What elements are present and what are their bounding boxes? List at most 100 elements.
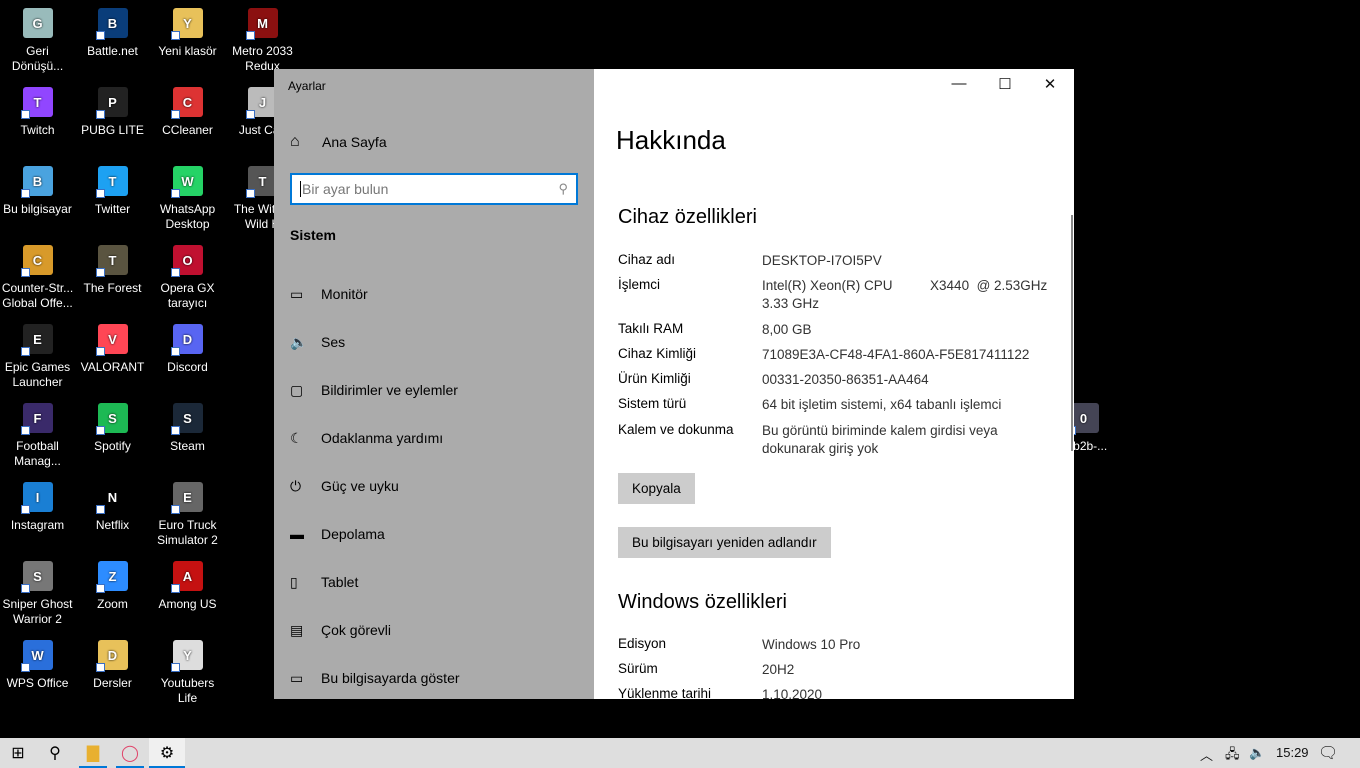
- desktop-icon[interactable]: C Counter-Str... Global Offe...: [0, 245, 75, 311]
- desktop-icon-label: Dersler: [93, 676, 132, 690]
- nav-item[interactable]: ▭ Monitör: [290, 282, 368, 306]
- network-icon[interactable]: 🖧: [1225, 745, 1240, 767]
- desktop-icon[interactable]: Z Zoom: [75, 561, 150, 612]
- nav-item[interactable]: ⏻ Güç ve uyku: [290, 474, 399, 498]
- nav-home[interactable]: ⌂ Ana Sayfa: [290, 133, 387, 151]
- show-hidden-icons-button[interactable]: ︿: [1200, 745, 1213, 764]
- desktop-icon[interactable]: S Sniper Ghost Warrior 2: [0, 561, 75, 627]
- desktop-icon-label: Among US: [158, 597, 217, 611]
- desktop-icon[interactable]: E Epic Games Launcher: [0, 324, 75, 390]
- nav-item[interactable]: ▤ Çok görevli: [290, 618, 391, 642]
- clock[interactable]: 15:29: [1276, 745, 1309, 760]
- desktop-icon[interactable]: O Opera GX tarayıcı: [150, 245, 225, 311]
- nav-item[interactable]: ▭ Bu bilgisayarda göster: [290, 666, 460, 690]
- desktop-icon-label: VALORANT: [80, 360, 145, 374]
- desktop-icon-label: Discord: [167, 360, 208, 374]
- maximize-button[interactable]: ☐: [990, 75, 1020, 93]
- spec-label: Edisyon: [618, 636, 667, 651]
- search-icon: ⚲: [558, 181, 568, 196]
- desktop-icon[interactable]: B Bu bilgisayar: [0, 166, 75, 217]
- spec-value: 8,00 GB: [762, 322, 812, 337]
- volume-icon[interactable]: 🔈: [1249, 745, 1265, 761]
- desktop-icon[interactable]: T The Forest: [75, 245, 150, 296]
- desktop-icon[interactable]: E Euro Truck Simulator 2: [150, 482, 225, 548]
- desktop-icon[interactable]: C CCleaner: [150, 87, 225, 138]
- spec-label: Ürün Kimliği: [618, 371, 691, 386]
- desktop-icon-label: Counter-Str... Global Offe...: [1, 281, 74, 310]
- csgo-icon: C: [20, 245, 53, 277]
- search-button[interactable]: ⚲: [37, 738, 73, 768]
- copy-button[interactable]: Kopyala: [618, 473, 695, 504]
- nav-item-label: Bu bilgisayarda göster: [321, 670, 460, 686]
- desktop-icon-label: WhatsApp Desktop: [159, 202, 216, 231]
- nav-item[interactable]: ☾ Odaklanma yardımı: [290, 426, 443, 450]
- about-page: — ☐ ✕ Hakkında Cihaz özellikleri Cihaz a…: [594, 69, 1074, 699]
- football-manager-icon: F: [20, 403, 53, 435]
- settings-search-input[interactable]: Bir ayar bulun ⚲: [290, 173, 578, 205]
- nav-item[interactable]: ▢ Bildirimler ve eylemler: [290, 378, 458, 402]
- discord-icon: D: [170, 324, 203, 356]
- project-icon: ▭: [290, 669, 304, 686]
- desktop-icon[interactable]: T Twitch: [0, 87, 75, 138]
- spec-label: Kalem ve dokunma: [618, 422, 734, 437]
- spec-label: Sürüm: [618, 661, 658, 676]
- search-placeholder: Bir ayar bulun: [302, 181, 389, 197]
- desktop-icon[interactable]: Y Yeni klasör: [150, 8, 225, 59]
- scrollbar[interactable]: [1071, 215, 1073, 451]
- desktop-icon-label: Youtubers Life: [160, 676, 215, 705]
- folder-icon: Y: [170, 8, 203, 40]
- nav-item-label: Ses: [321, 334, 346, 350]
- rename-pc-button[interactable]: Bu bilgisayarı yeniden adlandır: [618, 527, 831, 558]
- desktop-icon[interactable]: D Dersler: [75, 640, 150, 691]
- sniper-icon: S: [20, 561, 53, 593]
- minimize-button[interactable]: —: [944, 75, 974, 92]
- desktop-icon-label: Twitter: [94, 202, 131, 216]
- moon-icon: ☾: [290, 429, 303, 446]
- desktop-icon[interactable]: P PUBG LITE: [75, 87, 150, 138]
- desktop-icon-label: Zoom: [97, 597, 128, 611]
- opera-gx-taskbar-button[interactable]: ◯: [112, 738, 148, 768]
- desktop-icon[interactable]: W WPS Office: [0, 640, 75, 691]
- steam-icon: S: [170, 403, 203, 435]
- nav-item-label: Güç ve uyku: [321, 478, 399, 494]
- desktop-icon[interactable]: A Among US: [150, 561, 225, 612]
- nav-item-label: Bildirimler ve eylemler: [321, 382, 458, 398]
- desktop-icon-label: Battle.net: [87, 44, 138, 58]
- nav-item[interactable]: ▯ Tablet: [290, 570, 358, 594]
- opera-gx-icon: O: [170, 245, 203, 277]
- desktop-icon[interactable]: D Discord: [150, 324, 225, 375]
- multitasking-icon: ▤: [290, 621, 304, 638]
- desktop-icon[interactable]: G Geri Dönüşü...: [0, 8, 75, 74]
- desktop-icon[interactable]: S Steam: [150, 403, 225, 454]
- desktop-icon[interactable]: Y Youtubers Life: [150, 640, 225, 706]
- desktop-icon[interactable]: T Twitter: [75, 166, 150, 217]
- desktop-icon[interactable]: W WhatsApp Desktop: [150, 166, 225, 232]
- close-button[interactable]: ✕: [1035, 75, 1065, 93]
- spec-label: Takılı RAM: [618, 321, 684, 336]
- among-us-icon: A: [170, 561, 203, 593]
- start-button[interactable]: ⊞: [0, 738, 36, 768]
- whatsapp-icon: W: [170, 166, 203, 198]
- twitter-icon: T: [95, 166, 128, 198]
- file-explorer-button[interactable]: ▇: [75, 738, 111, 768]
- desktop-icon[interactable]: V VALORANT: [75, 324, 150, 375]
- settings-taskbar-button[interactable]: ⚙: [149, 738, 185, 768]
- computer-icon: B: [20, 166, 53, 198]
- desktop-icon[interactable]: B Battle.net: [75, 8, 150, 59]
- folder-icon: ▇: [86, 745, 100, 762]
- nav-home-label: Ana Sayfa: [322, 134, 387, 150]
- desktop-icon[interactable]: F Football Manag...: [0, 403, 75, 469]
- desktop-icon[interactable]: N Netflix: [75, 482, 150, 533]
- desktop-icon-label: Euro Truck Simulator 2: [157, 518, 218, 547]
- desktop-icon-label: Steam: [170, 439, 205, 453]
- nav-item[interactable]: ▬ Depolama: [290, 522, 385, 546]
- action-center-button[interactable]: 🗨: [1318, 743, 1338, 763]
- tablet-icon: ▯: [290, 573, 298, 590]
- speaker-icon: 🔈: [290, 333, 308, 350]
- nav-item-label: Tablet: [321, 574, 359, 590]
- desktop-icon[interactable]: I Instagram: [0, 482, 75, 533]
- nav-item[interactable]: 🔈 Ses: [290, 330, 345, 354]
- desktop-icon[interactable]: M Metro 2033 Redux: [225, 8, 300, 74]
- witcher-icon: T: [245, 166, 278, 198]
- desktop-icon[interactable]: S Spotify: [75, 403, 150, 454]
